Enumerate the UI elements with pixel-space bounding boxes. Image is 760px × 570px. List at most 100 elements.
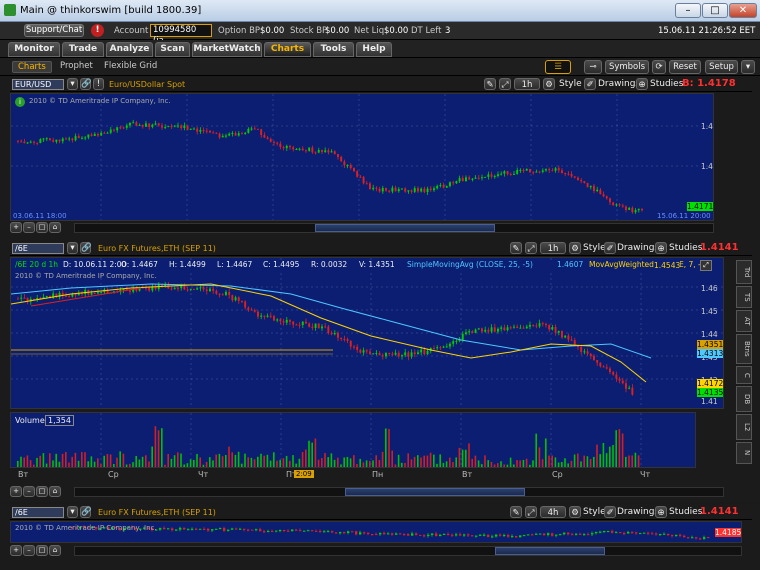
tab-tools[interactable]: Tools bbox=[313, 42, 354, 57]
minimize-button[interactable]: – bbox=[675, 3, 701, 18]
chart2-studies-button[interactable]: Studies bbox=[669, 243, 702, 253]
chart2-zoom-icon[interactable]: ⤢ bbox=[525, 242, 537, 254]
chart1-timeframe-icon[interactable]: ⚙ bbox=[543, 78, 555, 90]
side-at-button[interactable]: AT bbox=[736, 310, 752, 332]
chart3-timeframe-button[interactable]: 4h bbox=[540, 506, 566, 518]
tab-monitor[interactable]: Monitor bbox=[8, 42, 60, 57]
zoom-out-icon[interactable]: – bbox=[23, 486, 35, 497]
setup-button[interactable]: Setup bbox=[705, 60, 738, 74]
chart1-drawings-button[interactable]: Drawings bbox=[598, 79, 640, 89]
zoom-out-icon[interactable]: – bbox=[23, 545, 35, 556]
chart2-symbol-dropdown-icon[interactable]: ▾ bbox=[67, 242, 78, 254]
chart3-timeframe-icon[interactable]: ⚙ bbox=[569, 506, 581, 518]
chart1-link-icon[interactable]: 🔗 bbox=[80, 78, 92, 90]
symbols-button[interactable]: Symbols bbox=[605, 60, 649, 74]
chart2-symbol-input[interactable]: /6E bbox=[12, 243, 64, 254]
zoom-reset-icon[interactable]: ⌂ bbox=[49, 486, 61, 497]
chart3-studies-button[interactable]: Studies bbox=[669, 507, 702, 517]
info-icon[interactable]: i bbox=[15, 97, 25, 107]
chart2-link-icon[interactable]: 🔗 bbox=[80, 242, 92, 254]
chart1-header: EUR/USD ▾ 🔗 ! Euro/USDollar Spot ✎ ⤢ 1h … bbox=[10, 78, 752, 92]
chart3-drawings-button[interactable]: Drawings bbox=[617, 507, 659, 517]
tab-trade[interactable]: Trade bbox=[62, 42, 104, 57]
chart1-style-button[interactable]: Style bbox=[559, 79, 582, 89]
zoom-out-icon[interactable]: – bbox=[23, 222, 35, 233]
chart3-studies-icon[interactable]: ⊕ bbox=[655, 506, 667, 518]
tab-marketwatch[interactable]: MarketWatch bbox=[192, 42, 262, 57]
tab-help[interactable]: Help bbox=[356, 42, 392, 57]
chart1-symbol-dropdown-icon[interactable]: ▾ bbox=[67, 78, 78, 90]
alert-icon[interactable]: ! bbox=[91, 24, 104, 37]
chart2-scroll-thumb[interactable] bbox=[345, 488, 525, 496]
chart1-scroll-thumb[interactable] bbox=[315, 224, 495, 232]
chart1-scrollbar[interactable] bbox=[74, 223, 714, 233]
chart2-tool-icon[interactable]: ✎ bbox=[510, 242, 522, 254]
chart2-drawings-icon[interactable]: ✐ bbox=[604, 242, 616, 254]
chart1-last-price: 1.41718 bbox=[687, 202, 714, 211]
chart1-symbol-input[interactable]: EUR/USD bbox=[12, 79, 64, 90]
subtab-prophet[interactable]: Prophet bbox=[60, 61, 93, 71]
chart2-scrollbar[interactable] bbox=[74, 487, 724, 497]
chart3-symbol-dropdown-icon[interactable]: ▾ bbox=[67, 506, 78, 518]
zoom-fit-icon[interactable]: □ bbox=[36, 545, 48, 556]
tab-analyze[interactable]: Analyze bbox=[106, 42, 153, 57]
chart2-timeframe-icon[interactable]: ⚙ bbox=[569, 242, 581, 254]
account-selector[interactable]: 10994580 (ja... bbox=[150, 24, 212, 46]
chart1-tick-1: 1.44 bbox=[701, 162, 713, 171]
reset-button[interactable]: Reset bbox=[669, 60, 701, 74]
maximize-button[interactable]: □ bbox=[702, 3, 728, 18]
support-chat-button[interactable]: Support/Chat bbox=[24, 24, 84, 37]
tab-scan[interactable]: Scan bbox=[155, 42, 190, 57]
chart1-tool-icon[interactable]: ✎ bbox=[484, 78, 496, 90]
chart3-symbol-input[interactable]: /6E bbox=[12, 507, 64, 518]
chart1-canvas[interactable]: i 2010 © TD Ameritrade IP Company, Inc. … bbox=[10, 93, 714, 221]
zoom-in-icon[interactable]: + bbox=[10, 486, 22, 497]
side-c-button[interactable]: C bbox=[736, 366, 752, 384]
maximize-chart-icon[interactable]: ⤢ bbox=[700, 260, 712, 271]
chart3-scroll-thumb[interactable] bbox=[495, 547, 605, 555]
chart2-style-button[interactable]: Style bbox=[583, 243, 606, 253]
chart2-price-label-0: 1.4351 bbox=[697, 340, 724, 349]
side-trade-button[interactable]: Trd bbox=[736, 260, 752, 284]
chart3-zoom-icon[interactable]: ⤢ bbox=[525, 506, 537, 518]
zoom-fit-icon[interactable]: □ bbox=[36, 222, 48, 233]
menu-icon[interactable]: ▾ bbox=[741, 60, 755, 74]
chart3-style-button[interactable]: Style bbox=[583, 507, 606, 517]
chart2-price-label-3: 1.4135 bbox=[697, 388, 724, 397]
side-db-button[interactable]: DB bbox=[736, 386, 752, 412]
chart3-drawings-icon[interactable]: ✐ bbox=[604, 506, 616, 518]
zoom-fit-icon[interactable]: □ bbox=[36, 486, 48, 497]
subtab-flexible-grid[interactable]: Flexible Grid bbox=[104, 61, 157, 71]
day-label: Ср bbox=[108, 470, 119, 479]
chart3-link-icon[interactable]: 🔗 bbox=[80, 506, 92, 518]
side-n-button[interactable]: N bbox=[736, 442, 752, 464]
tab-charts[interactable]: Charts bbox=[264, 42, 311, 57]
link-icon[interactable]: ⊸ bbox=[584, 60, 602, 74]
close-button[interactable]: ✕ bbox=[729, 3, 757, 18]
chart2-drawings-button[interactable]: Drawings bbox=[617, 243, 659, 253]
zoom-in-icon[interactable]: + bbox=[10, 545, 22, 556]
chart1-alert-icon[interactable]: ! bbox=[93, 78, 104, 90]
side-l2-button[interactable]: L2 bbox=[736, 414, 752, 440]
chart1-timeframe-button[interactable]: 1h bbox=[514, 78, 540, 90]
chart1-zoom-icon[interactable]: ⤢ bbox=[499, 78, 511, 90]
chart1-drawings-icon[interactable]: ✐ bbox=[584, 78, 596, 90]
chart3-scrollbar[interactable] bbox=[74, 546, 742, 556]
side-btns-button[interactable]: Btns bbox=[736, 334, 752, 364]
zoom-in-icon[interactable]: + bbox=[10, 222, 22, 233]
chart2-timeframe-button[interactable]: 1h bbox=[540, 242, 566, 254]
zoom-reset-icon[interactable]: ⌂ bbox=[49, 222, 61, 233]
grid-layout-icon[interactable]: ☰ bbox=[545, 60, 571, 74]
chart3-canvas[interactable]: 2010 © TD Ameritrade IP Company, Inc. 1.… bbox=[10, 521, 742, 543]
subtab-charts[interactable]: Charts bbox=[12, 61, 52, 73]
chart1-studies-button[interactable]: Studies bbox=[650, 79, 683, 89]
volume-pane[interactable]: Volume 1,354 bbox=[10, 412, 696, 468]
zoom-reset-icon[interactable]: ⌂ bbox=[49, 545, 61, 556]
chart1-studies-icon[interactable]: ⊕ bbox=[636, 78, 648, 90]
chart2-canvas[interactable]: /6E 20 d 1h D: 10.06.11 2:00 O: 1.4467 H… bbox=[10, 257, 724, 409]
chart3-tool-icon[interactable]: ✎ bbox=[510, 506, 522, 518]
chart2-studies-icon[interactable]: ⊕ bbox=[655, 242, 667, 254]
refresh-icon[interactable]: ⟳ bbox=[652, 60, 666, 74]
side-ts-button[interactable]: TS bbox=[736, 286, 752, 308]
account-bar: Support/Chat ! Account 10994580 (ja... O… bbox=[0, 22, 760, 46]
